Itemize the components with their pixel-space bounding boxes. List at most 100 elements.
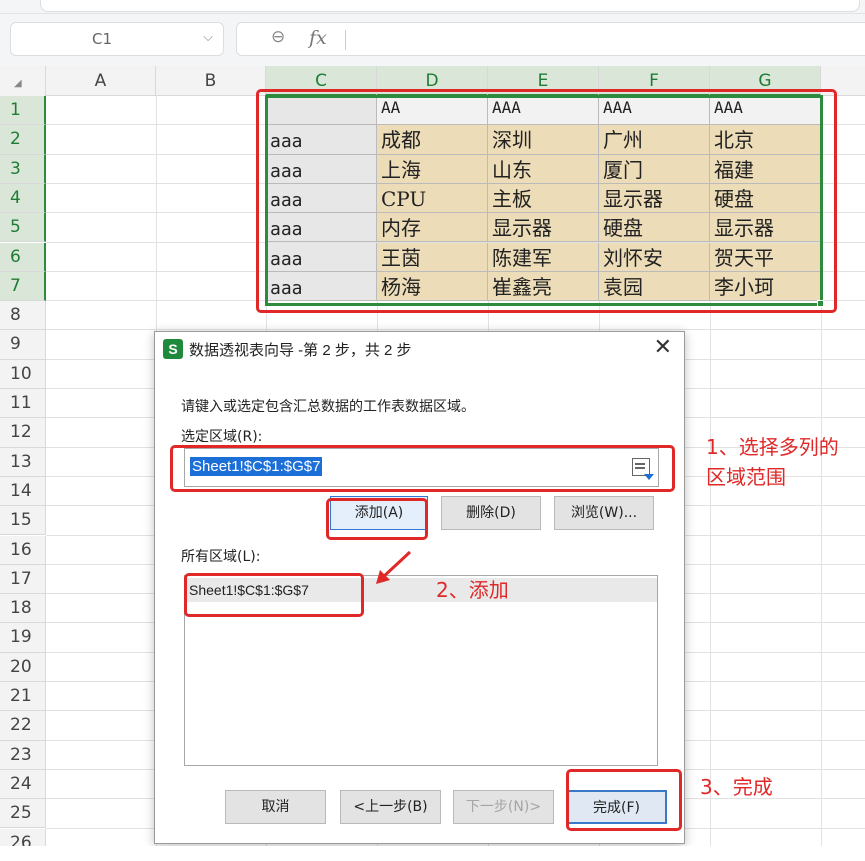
name-box[interactable]: C1 ⌵ xyxy=(10,22,224,56)
list-item[interactable]: Sheet1!$C$1:$G$7 xyxy=(185,578,657,602)
row-header[interactable]: 9 xyxy=(0,330,46,360)
table-cell[interactable]: 深圳 xyxy=(488,125,599,155)
row-header[interactable]: 7 xyxy=(0,271,46,302)
row-header[interactable]: 8 xyxy=(0,301,46,331)
row-header[interactable]: 12 xyxy=(0,418,46,448)
chevron-down-icon[interactable]: ⌵ xyxy=(203,30,213,45)
fx-icon[interactable]: fx xyxy=(309,27,327,49)
table-cell[interactable]: CPU xyxy=(377,183,488,214)
row-header[interactable]: 18 xyxy=(0,594,46,624)
finish-button[interactable]: 完成(F) xyxy=(566,790,667,824)
row-header[interactable]: 25 xyxy=(0,799,46,829)
table-cell[interactable]: aaa xyxy=(266,271,377,302)
add-button[interactable]: 添加(A) xyxy=(330,496,428,530)
prev-step-button[interactable]: <上一步(B) xyxy=(340,790,441,824)
column-header-e[interactable]: E xyxy=(488,66,599,96)
bottom-strip xyxy=(0,846,865,861)
table-cell[interactable]: 陈建军 xyxy=(488,242,599,272)
range-picker-icon[interactable] xyxy=(632,458,654,480)
column-header-f[interactable]: F xyxy=(599,66,710,96)
selected-data-range[interactable]: AA AAA AAA AAA aaa 成都 深圳 广州 北京 aaa 上海 山东 厦门 福建 aaa CPU 主… xyxy=(266,96,821,306)
grid-column-line xyxy=(821,96,822,861)
table-cell[interactable]: 北京 xyxy=(710,125,821,155)
table-cell[interactable]: 崔鑫亮 xyxy=(488,271,599,302)
next-step-button[interactable]: 下一步(N)> xyxy=(453,790,554,824)
select-all-corner[interactable]: ◢ xyxy=(0,66,46,96)
table-cell[interactable] xyxy=(266,96,377,126)
table-cell[interactable]: 硬盘 xyxy=(710,183,821,214)
table-cell[interactable]: aaa xyxy=(266,242,377,272)
formula-separator xyxy=(345,30,346,50)
table-cell[interactable]: AAA xyxy=(710,96,821,126)
row-header[interactable]: 20 xyxy=(0,652,46,682)
table-cell[interactable]: AAA xyxy=(599,96,710,126)
all-ranges-list[interactable]: Sheet1!$C$1:$G$7 xyxy=(184,575,658,766)
table-cell[interactable]: aaa xyxy=(266,125,377,155)
select-range-label: 选定区域(R): xyxy=(181,429,263,445)
annotation-step1-line2: 区域范围 xyxy=(706,465,786,489)
row-header[interactable]: 24 xyxy=(0,769,46,800)
row-header[interactable]: 15 xyxy=(0,506,46,536)
row-header[interactable]: 22 xyxy=(0,711,46,741)
row-header[interactable]: 1 xyxy=(0,96,46,126)
table-cell[interactable]: 厦门 xyxy=(599,154,710,184)
dialog-titlebar[interactable]: S 数据透视表向导 -第 2 步，共 2 步 ✕ xyxy=(155,332,684,366)
row-header[interactable]: 11 xyxy=(0,389,46,419)
zoom-icon[interactable]: ⊖ xyxy=(271,27,285,47)
table-cell[interactable]: 杨海 xyxy=(377,271,488,302)
row-header[interactable]: 13 xyxy=(0,447,46,477)
table-cell[interactable]: aaa xyxy=(266,154,377,184)
dialog-prompt: 请键入或选定包含汇总数据的工作表数据区域。 xyxy=(181,399,475,415)
row-header[interactable]: 19 xyxy=(0,623,46,653)
table-cell[interactable]: 内存 xyxy=(377,213,488,243)
row-header[interactable]: 21 xyxy=(0,682,46,712)
row-header[interactable]: 2 xyxy=(0,125,46,155)
column-header-g[interactable]: G xyxy=(710,66,821,96)
table-cell[interactable]: 袁园 xyxy=(599,271,710,302)
table-cell[interactable]: 王茵 xyxy=(377,242,488,272)
table-cell[interactable]: 上海 xyxy=(377,154,488,184)
corner-triangle-icon: ◢ xyxy=(14,78,22,89)
column-header-b[interactable]: B xyxy=(156,66,266,96)
table-cell[interactable]: AAA xyxy=(488,96,599,126)
delete-button[interactable]: 删除(D) xyxy=(441,496,541,530)
column-header-d[interactable]: D xyxy=(377,66,488,96)
table-cell[interactable]: AA xyxy=(377,96,488,126)
table-cell[interactable]: 主板 xyxy=(488,183,599,214)
row-header[interactable]: 17 xyxy=(0,564,46,595)
row-header[interactable]: 10 xyxy=(0,359,46,389)
cancel-button[interactable]: 取消 xyxy=(225,790,326,824)
row-header[interactable]: 14 xyxy=(0,476,46,507)
table-cell[interactable]: 刘怀安 xyxy=(599,242,710,272)
select-range-input[interactable]: Sheet1!$C$1:$G$7 xyxy=(184,448,659,487)
row-header[interactable]: 6 xyxy=(0,242,46,272)
row-header[interactable]: 5 xyxy=(0,213,46,243)
row-header[interactable]: 23 xyxy=(0,740,46,770)
annotation-step1-line1: 1、选择多列的 xyxy=(706,435,839,459)
fill-handle[interactable] xyxy=(817,300,824,307)
table-cell[interactable]: aaa xyxy=(266,183,377,214)
table-cell[interactable]: 贺天平 xyxy=(710,242,821,272)
table-cell[interactable]: 成都 xyxy=(377,125,488,155)
column-header-c[interactable]: C xyxy=(266,66,377,96)
table-cell[interactable]: 硬盘 xyxy=(599,213,710,243)
table-cell[interactable]: aaa xyxy=(266,213,377,243)
formula-input-area[interactable]: ⊖ fx xyxy=(236,22,865,56)
table-cell[interactable]: 广州 xyxy=(599,125,710,155)
annotation-step2: 2、添加 xyxy=(436,578,509,602)
browse-button[interactable]: 浏览(W)... xyxy=(554,496,654,530)
row-header[interactable]: 16 xyxy=(0,535,46,565)
column-header-a[interactable]: A xyxy=(46,66,156,96)
close-icon[interactable]: ✕ xyxy=(654,335,672,360)
table-cell[interactable]: 显示器 xyxy=(599,183,710,214)
all-ranges-label: 所有区域(L): xyxy=(181,549,261,565)
table-cell[interactable]: 山东 xyxy=(488,154,599,184)
table-cell[interactable]: 李小珂 xyxy=(710,271,821,302)
row-header[interactable]: 3 xyxy=(0,154,46,184)
table-cell[interactable]: 显示器 xyxy=(710,213,821,243)
row-header[interactable]: 4 xyxy=(0,183,46,214)
table-cell[interactable]: 福建 xyxy=(710,154,821,184)
table-cell[interactable]: 显示器 xyxy=(488,213,599,243)
pivot-wizard-dialog: S 数据透视表向导 -第 2 步，共 2 步 ✕ 请键入或选定包含汇总数据的工作… xyxy=(154,331,685,844)
toolbar-edge xyxy=(40,0,860,12)
